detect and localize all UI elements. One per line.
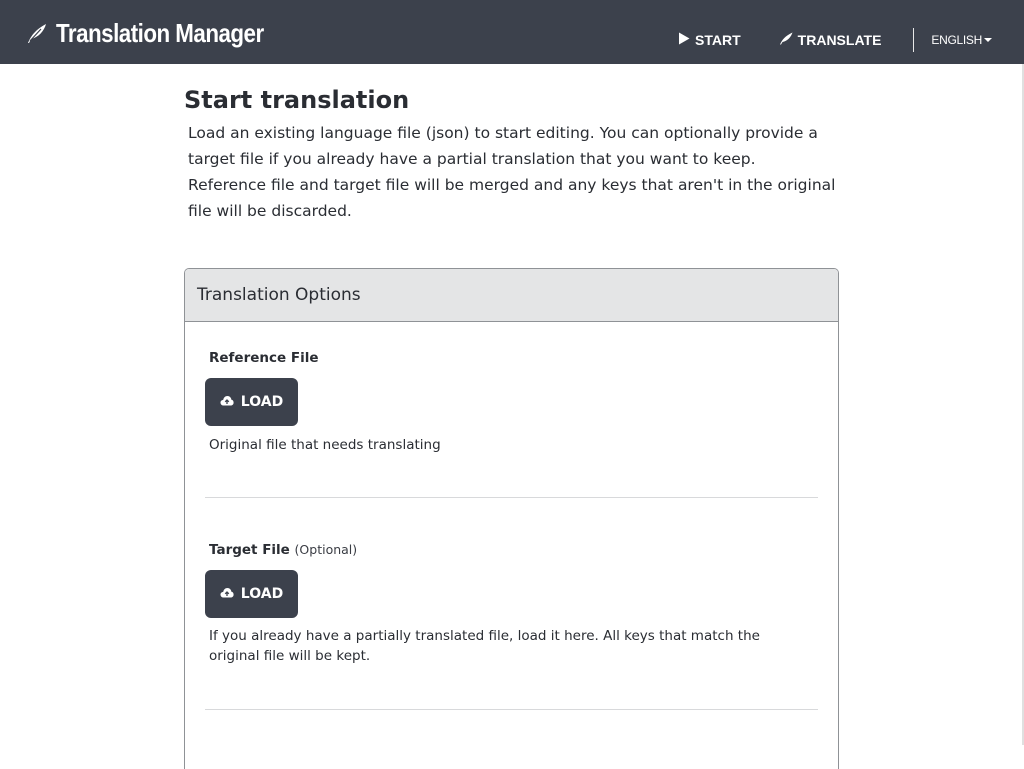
caret-down-icon: [984, 38, 992, 42]
nav-translate-link[interactable]: TRANSLATE: [779, 32, 882, 48]
card-header: Translation Options: [185, 269, 838, 322]
language-label: ENGLISH: [931, 33, 982, 47]
nav-start-label: START: [695, 32, 741, 48]
nav-translate-label: TRANSLATE: [797, 32, 882, 48]
load-reference-button[interactable]: LOAD: [205, 378, 298, 426]
main-content: Start translation Load an existing langu…: [184, 84, 840, 769]
intro-text: Load an existing language file (json) to…: [188, 124, 836, 220]
app-title: Translation Manager: [56, 17, 264, 48]
nav-start-link[interactable]: START: [678, 32, 741, 48]
page-title: Start translation: [184, 86, 410, 114]
feather-icon: [779, 32, 798, 48]
section-divider: [205, 709, 818, 710]
reference-file-section: Reference File LOAD Original file that n…: [205, 322, 818, 498]
target-file-help: If you already have a partially translat…: [209, 628, 760, 664]
optional-label: (Optional): [294, 542, 358, 557]
reference-file-label: Reference File: [209, 350, 319, 366]
top-navbar: Translation Manager START TRANSLATE ENGL…: [0, 0, 1024, 64]
nav-divider: [913, 28, 915, 52]
feather-icon: [26, 22, 48, 44]
target-file-section: Target File (Optional) LOAD If you alrea…: [205, 514, 818, 714]
target-file-label: Target File (Optional): [209, 542, 357, 558]
section-divider: [205, 497, 818, 498]
load-reference-label: LOAD: [240, 394, 284, 410]
play-icon: [678, 32, 695, 48]
nav-menu: START TRANSLATE ENGLISH: [678, 27, 992, 53]
brand[interactable]: Translation Manager: [26, 16, 297, 50]
language-dropdown[interactable]: ENGLISH: [931, 33, 992, 47]
card-title: Translation Options: [197, 285, 361, 305]
load-target-button[interactable]: LOAD: [205, 570, 298, 618]
cloud-upload-icon: [220, 394, 241, 410]
translation-options-card: Translation Options Reference File LOAD …: [184, 268, 839, 769]
load-target-label: LOAD: [240, 586, 284, 602]
cloud-upload-icon: [220, 586, 241, 602]
reference-file-help: Original file that needs translating: [209, 437, 441, 453]
target-file-label-text: Target File: [209, 542, 290, 558]
